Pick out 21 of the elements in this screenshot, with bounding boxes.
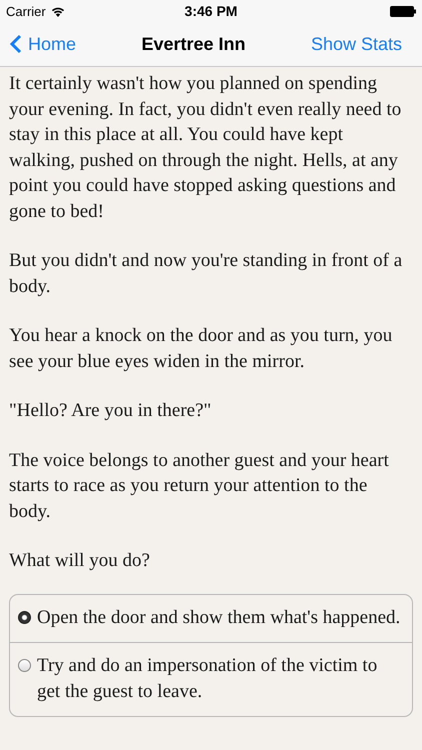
story-paragraph: It certainly wasn't how you planned on spending your evening. In fact, you didn't even really need to stay in this place at all. You could have kept walking, pushed on through the night. Hells, at any point you could have stopped asking questions and gone to bed! xyxy=(9,72,402,224)
radio-button[interactable] xyxy=(18,659,31,672)
story-paragraph: What will you do? xyxy=(9,549,151,573)
page-title: Evertree Inn xyxy=(141,34,246,54)
story-paragraph: "Hello? Are you in there?" xyxy=(9,399,212,423)
story-paragraph: The voice belongs to another guest and your heart starts to race as you return your attention to the body. xyxy=(9,448,390,524)
choice-text: Open the door and show them what's happened. xyxy=(37,606,400,630)
wifi-icon xyxy=(50,6,65,16)
back-label: Home xyxy=(28,34,76,54)
choice-option[interactable]: Open the door and show them what's happened. xyxy=(10,594,412,642)
radio-button[interactable] xyxy=(18,610,31,624)
clock-time: 3:46 PM xyxy=(184,3,238,19)
chevron-left-icon xyxy=(10,34,22,54)
back-button[interactable]: Home xyxy=(10,34,76,54)
choice-option[interactable]: Try and do an impersonation of the victim to get the guest to leave. xyxy=(10,642,412,716)
choice-text: Try and do an impersonation of the victim to get the guest to leave. xyxy=(37,654,378,704)
story-paragraph: You hear a knock on the door and as you turn, you see your blue eyes widen in the mirror. xyxy=(9,324,394,374)
story-paragraph: But you didn't and now you're standing in front of a body. xyxy=(9,249,404,298)
battery-icon xyxy=(390,6,416,16)
carrier-label: Carrier xyxy=(6,4,46,18)
show-stats-button[interactable]: Show Stats xyxy=(310,34,402,54)
